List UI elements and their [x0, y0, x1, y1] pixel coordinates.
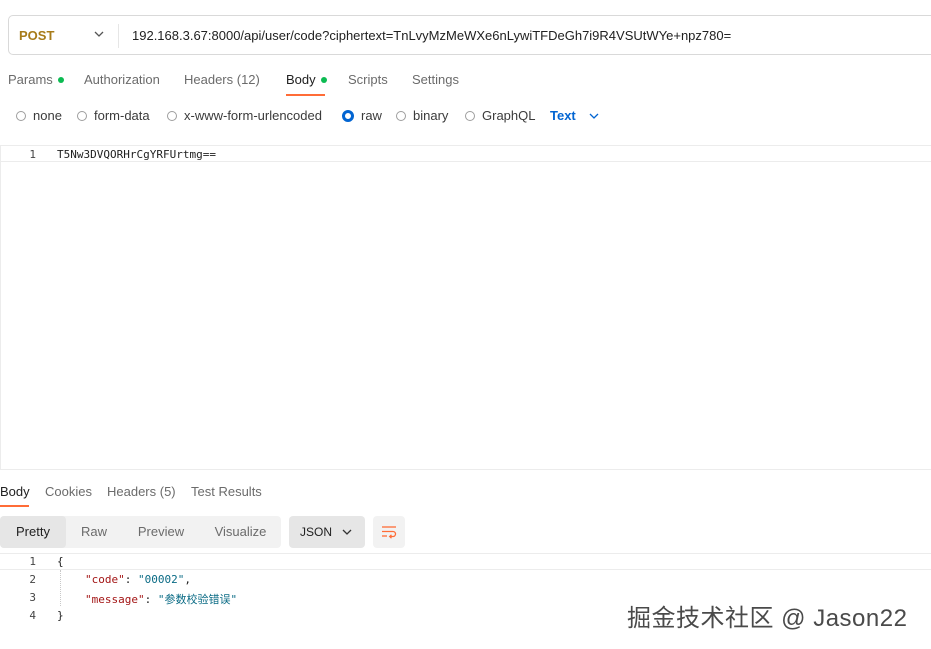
url-bar: POST 192.168.3.67:8000/api/user/code?cip… [8, 15, 931, 55]
tab-settings[interactable]: Settings [412, 72, 459, 87]
active-tab-underline [286, 94, 325, 96]
line-number: 4 [29, 609, 36, 622]
json-key: "code" [85, 573, 125, 586]
request-body-editor[interactable] [0, 145, 931, 470]
raw-format-select[interactable]: Text [550, 108, 576, 123]
radio-graphql[interactable]: GraphQL [465, 108, 535, 123]
view-mode-toggle: Pretty Raw Preview Visualize [0, 516, 281, 548]
chevron-down-icon[interactable] [588, 110, 600, 122]
radio-circle [167, 110, 177, 121]
method-select[interactable]: POST [19, 28, 54, 43]
view-visualize[interactable]: Visualize [200, 516, 281, 548]
radio-circle [77, 110, 87, 121]
view-preview[interactable]: Preview [122, 516, 200, 548]
response-tab-headers[interactable]: Headers (5) [107, 484, 176, 499]
active-line-highlight [0, 553, 931, 570]
line-number: 2 [29, 573, 36, 586]
json-key: "message" [85, 593, 145, 606]
line-number: 3 [29, 591, 36, 604]
watermark: 掘金技术社区 @ Jason22 [627, 605, 908, 632]
radio-circle [396, 110, 406, 121]
indent-guide [60, 570, 62, 606]
response-line: } [57, 609, 64, 622]
tab-headers[interactable]: Headers (12) [184, 72, 260, 87]
wrap-lines-button[interactable] [373, 516, 405, 548]
radio-none[interactable]: none [16, 108, 62, 123]
response-line: { [57, 555, 64, 568]
json-comma: , [184, 573, 191, 586]
url-input[interactable]: 192.168.3.67:8000/api/user/code?cipherte… [132, 28, 731, 43]
active-indicator-dot [320, 76, 327, 83]
response-format-select[interactable]: JSON [289, 516, 365, 548]
view-raw[interactable]: Raw [66, 516, 122, 548]
json-value: "参数校验错误" [157, 593, 238, 606]
active-tab-underline [0, 505, 29, 507]
tab-scripts[interactable]: Scripts [348, 72, 388, 87]
response-line: "message": "参数校验错误" [85, 591, 237, 607]
tab-params[interactable]: Params [8, 72, 64, 87]
radio-circle-selected [342, 109, 354, 122]
radio-binary[interactable]: binary [396, 108, 448, 123]
view-pretty[interactable]: Pretty [0, 516, 66, 548]
radio-circle [465, 110, 475, 121]
radio-form-data[interactable]: form-data [77, 108, 150, 123]
json-separator: : [144, 593, 158, 606]
chevron-down-icon [342, 529, 352, 535]
line-number: 1 [29, 148, 36, 161]
json-value: "00002" [138, 573, 185, 586]
tab-authorization[interactable]: Authorization [84, 72, 160, 87]
response-line: "code": "00002", [85, 573, 191, 586]
tab-body[interactable]: Body [286, 72, 327, 87]
radio-raw[interactable]: raw [342, 108, 382, 123]
json-separator: : [124, 573, 138, 586]
wrap-lines-icon [382, 526, 397, 539]
response-tab-test-results[interactable]: Test Results [191, 484, 262, 499]
chevron-down-icon[interactable] [93, 28, 105, 40]
line-number: 1 [29, 555, 36, 568]
request-body-text[interactable]: T5Nw3DVQORHrCgYRFUrtmg== [57, 148, 216, 161]
radio-x-www-form-urlencoded[interactable]: x-www-form-urlencoded [167, 108, 322, 123]
response-format-label: JSON [300, 525, 333, 539]
radio-circle [16, 110, 26, 121]
response-tab-cookies[interactable]: Cookies [45, 484, 92, 499]
divider [118, 24, 119, 48]
active-indicator-dot [57, 76, 64, 83]
response-tab-body[interactable]: Body [0, 484, 30, 499]
